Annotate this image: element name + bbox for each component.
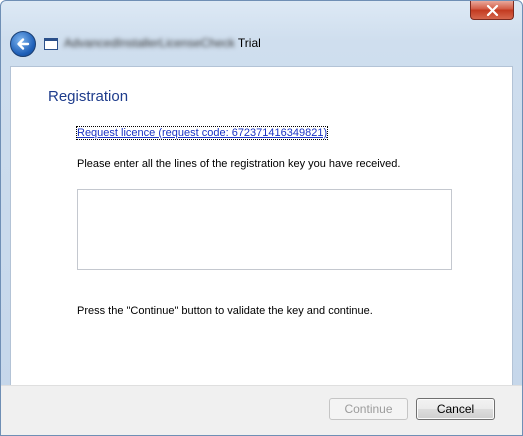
close-icon bbox=[486, 5, 499, 16]
close-button[interactable] bbox=[470, 1, 514, 20]
back-button[interactable] bbox=[10, 31, 36, 57]
registration-key-input[interactable] bbox=[77, 189, 452, 270]
window-title: AdvancedInstallerLicenseCheck Trial bbox=[64, 36, 261, 50]
window-title-app: AdvancedInstallerLicenseCheck bbox=[64, 36, 235, 50]
back-arrow-icon bbox=[17, 38, 30, 50]
button-bar: Continue Cancel bbox=[1, 385, 522, 435]
request-licence-link[interactable]: Request licence (request code: 672371416… bbox=[75, 126, 329, 140]
instructions-text: Please enter all the lines of the regist… bbox=[77, 158, 401, 170]
wizard-window: AdvancedInstallerLicenseCheck Trial Regi… bbox=[0, 0, 523, 436]
window-title-suffix: Trial bbox=[237, 36, 261, 50]
content-panel: Registration Request licence (request co… bbox=[10, 66, 513, 385]
continue-button[interactable]: Continue bbox=[329, 398, 408, 420]
continue-hint-text: Press the "Continue" button to validate … bbox=[77, 305, 373, 317]
page-title: Registration bbox=[48, 88, 129, 105]
window-icon bbox=[44, 38, 58, 50]
cancel-button[interactable]: Cancel bbox=[416, 398, 495, 420]
